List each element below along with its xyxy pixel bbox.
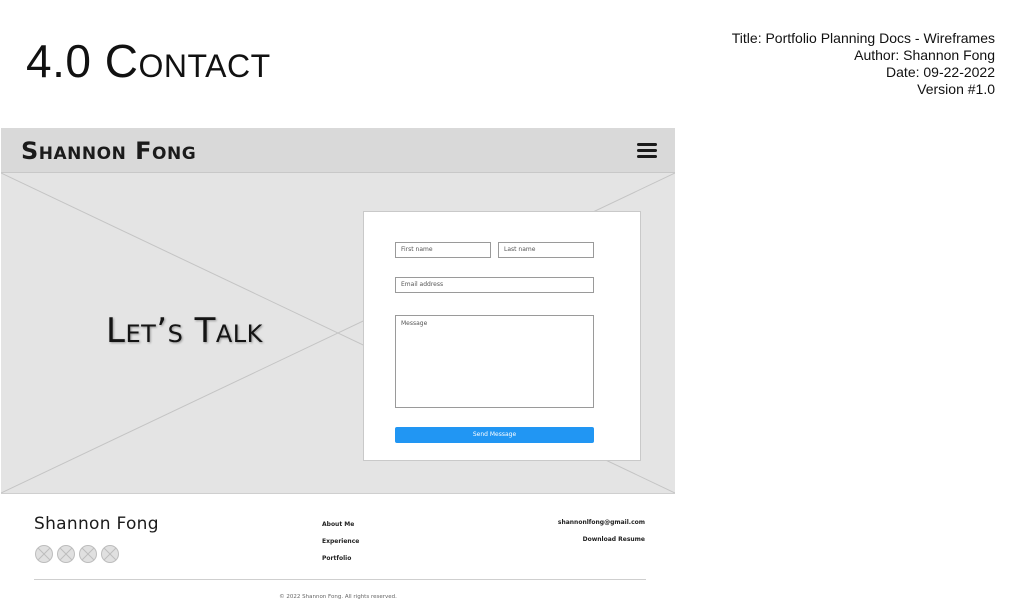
hero-image-placeholder: Let’s Talk First name Last name Email ad…: [1, 173, 675, 494]
footer-nav: About Me Experience Portfolio: [322, 521, 359, 572]
download-resume-link[interactable]: Download Resume: [558, 536, 645, 553]
last-name-input[interactable]: Last name: [498, 242, 594, 258]
site-brand[interactable]: Shannon Fong: [21, 137, 196, 165]
meta-version: Version #1.0: [917, 81, 995, 97]
hamburger-menu-icon[interactable]: [637, 143, 657, 158]
site-footer: Shannon Fong About Me Experience Portfol…: [1, 494, 675, 616]
footer-divider: [34, 579, 646, 580]
footer-link-portfolio[interactable]: Portfolio: [322, 555, 359, 572]
social-placeholder-icon[interactable]: [35, 545, 53, 563]
footer-contact: shannonlfong@gmail.com Download Resume: [558, 519, 645, 553]
email-input[interactable]: Email address: [395, 277, 594, 293]
hero-heading: Let’s Talk: [106, 311, 263, 351]
footer-email-link[interactable]: shannonlfong@gmail.com: [558, 519, 645, 536]
first-name-input[interactable]: First name: [395, 242, 491, 258]
site-navbar: Shannon Fong: [1, 128, 675, 173]
footer-link-about[interactable]: About Me: [322, 521, 359, 538]
wireframe-mockup: Shannon Fong Let’s Talk First name Last …: [1, 128, 675, 616]
footer-link-experience[interactable]: Experience: [322, 538, 359, 555]
slide-title: 4.0 Contact: [26, 35, 271, 87]
social-placeholder-icon[interactable]: [79, 545, 97, 563]
contact-form: First name Last name Email address Messa…: [363, 211, 641, 461]
meta-title: Title: Portfolio Planning Docs - Wirefra…: [731, 30, 995, 46]
meta-date: Date: 09-22-2022: [886, 64, 995, 80]
social-placeholder-icon[interactable]: [57, 545, 75, 563]
social-placeholder-icon[interactable]: [101, 545, 119, 563]
footer-brand: Shannon Fong: [34, 514, 159, 534]
send-message-button[interactable]: Send Message: [395, 427, 594, 443]
message-textarea[interactable]: Message: [395, 315, 594, 408]
copyright-text: © 2022 Shannon Fong. All rights reserved…: [279, 594, 397, 600]
social-icons: [35, 545, 123, 568]
document-meta: Title: Portfolio Planning Docs - Wirefra…: [732, 30, 995, 98]
meta-author: Author: Shannon Fong: [854, 47, 995, 63]
